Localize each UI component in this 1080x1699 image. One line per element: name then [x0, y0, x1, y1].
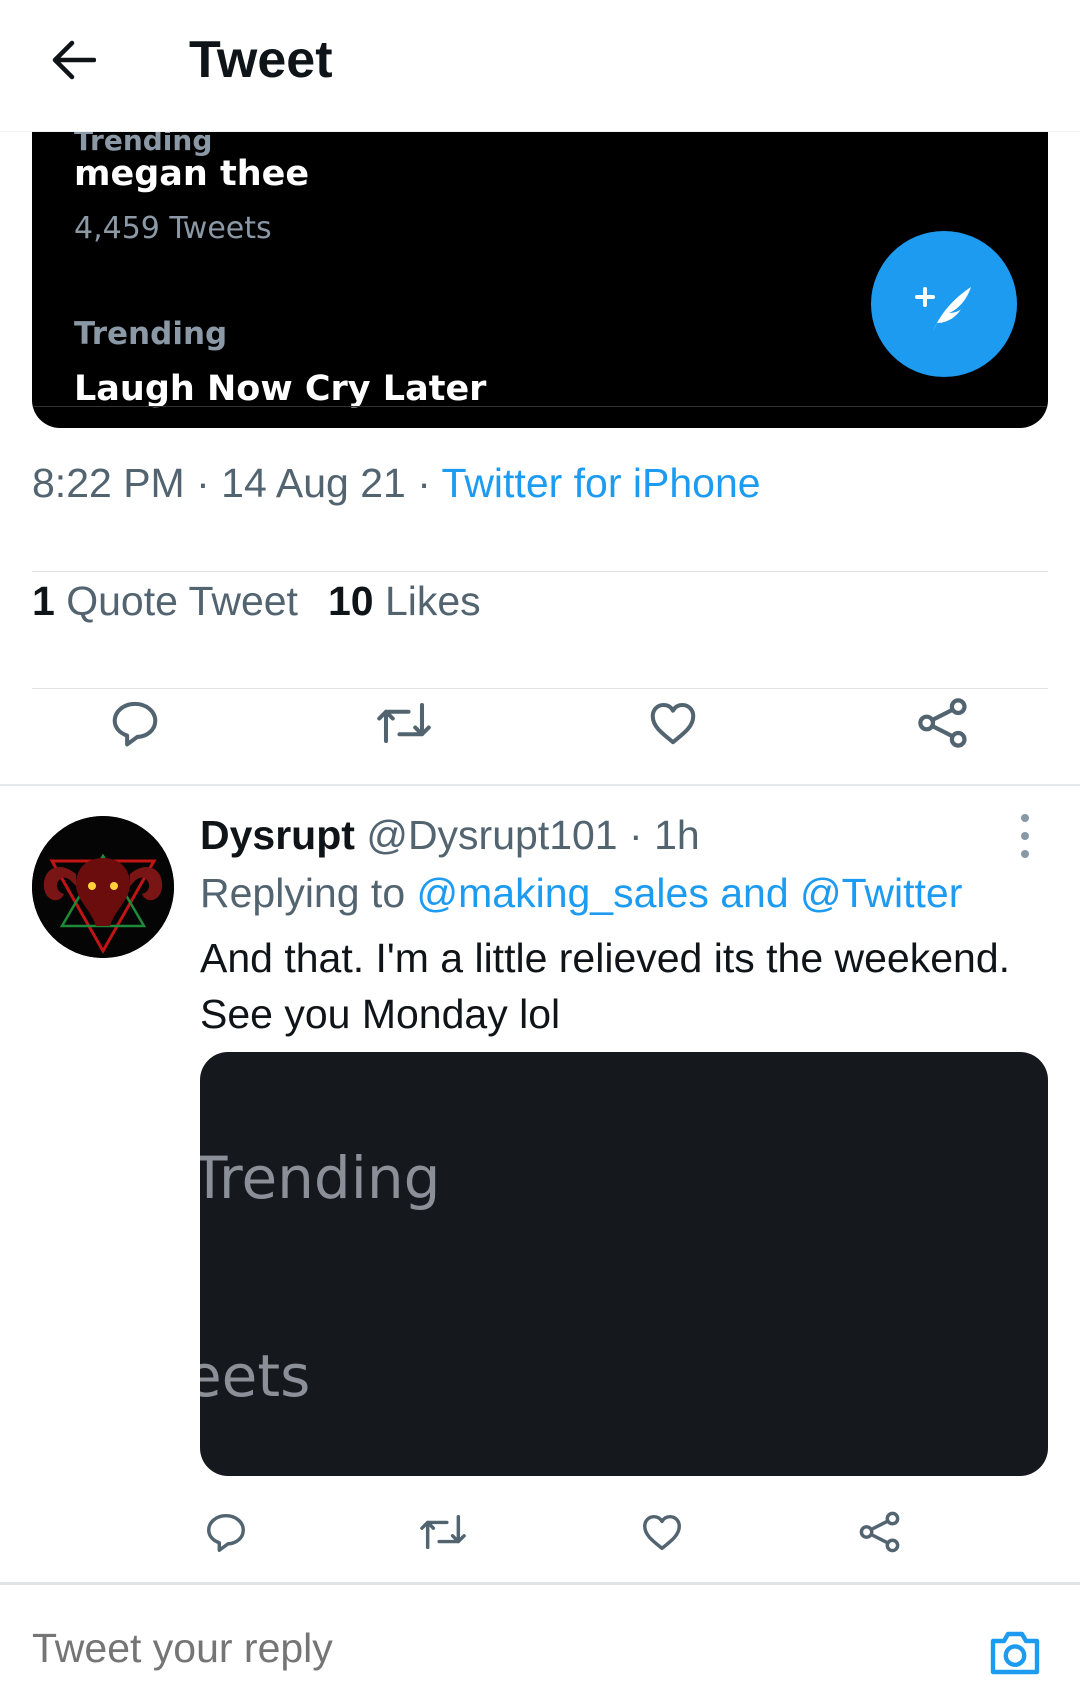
- back-button[interactable]: [48, 34, 100, 86]
- reply-body-text: And that. I'm a little relieved its the …: [200, 935, 1011, 1037]
- replying-mentions[interactable]: @making_sales and @Twitter: [417, 870, 963, 916]
- reply-like-button[interactable]: [634, 1504, 690, 1560]
- reply-time: 1h: [654, 812, 700, 858]
- likes-stat[interactable]: 10 Likes: [328, 578, 481, 624]
- author-name[interactable]: Dysrupt: [200, 812, 355, 858]
- tweet-time: 8:22 PM: [32, 460, 185, 506]
- reply-icon: [112, 701, 158, 747]
- more-dot: [1021, 814, 1029, 822]
- arrow-left-icon: [52, 40, 96, 80]
- tweet-action-bar: [0, 690, 1080, 756]
- camera-icon: [990, 1631, 1040, 1675]
- tweet-source-link[interactable]: Twitter for iPhone: [442, 460, 761, 506]
- divider: [32, 688, 1048, 689]
- page-title: Tweet: [189, 31, 333, 89]
- reply-media-image[interactable]: Trending eets: [200, 1052, 1048, 1476]
- share-icon: [859, 1511, 900, 1553]
- reply-media-text-1: Trending: [200, 1144, 441, 1212]
- media-compose-fab: [871, 231, 1017, 377]
- retweet-icon: [377, 702, 431, 744]
- section-divider: [0, 784, 1080, 786]
- like-button[interactable]: [640, 690, 706, 756]
- avatar[interactable]: [32, 816, 174, 958]
- tweet-date: 14 Aug 21: [221, 460, 406, 506]
- reply-reply-button[interactable]: [198, 1504, 254, 1560]
- retweet-button[interactable]: [371, 690, 437, 756]
- more-dot: [1021, 850, 1029, 858]
- compose-tweet-icon: [915, 287, 971, 331]
- top-app-bar: Tweet: [0, 0, 1080, 132]
- reply-compose-bar: [0, 1582, 1080, 1699]
- share-icon: [918, 698, 967, 748]
- reply-icon: [207, 1513, 245, 1552]
- tweet-stats: 1 Quote Tweet 10 Likes: [32, 578, 511, 625]
- media-trend-count: 4,459 Tweets: [74, 211, 272, 246]
- replying-to-line: Replying to @making_sales and @Twitter: [200, 870, 963, 916]
- reply-retweet-button[interactable]: [415, 1504, 471, 1560]
- media-trend-name-1: megan thee: [74, 154, 310, 194]
- media-trend-label: Trending: [74, 316, 228, 352]
- more-options-button[interactable]: [1010, 814, 1040, 858]
- tweet-timestamp: 8:22 PM · 14 Aug 21 · Twitter for iPhone: [32, 460, 761, 506]
- reply-input[interactable]: [32, 1625, 932, 1672]
- reply-header: Dysrupt @Dysrupt101 · 1h: [200, 812, 700, 858]
- reply-share-button[interactable]: [852, 1504, 908, 1560]
- reply-media-text-2: eets: [200, 1342, 311, 1410]
- quote-tweets-stat[interactable]: 1 Quote Tweet: [32, 578, 298, 624]
- ram-skull-avatar-image: [32, 816, 174, 958]
- camera-button[interactable]: [985, 1625, 1045, 1679]
- media-divider: [32, 406, 1048, 407]
- tweet-media-image[interactable]: Trending megan thee 4,459 Tweets Trendin…: [32, 132, 1048, 428]
- divider: [32, 571, 1048, 572]
- reply-button[interactable]: [102, 690, 168, 756]
- more-dot: [1021, 832, 1029, 840]
- reply-action-bar: [0, 1504, 1080, 1560]
- retweet-icon: [420, 1514, 466, 1550]
- like-icon: [643, 1514, 681, 1551]
- media-trend-name-2: Laugh Now Cry Later: [74, 369, 487, 409]
- author-handle[interactable]: @Dysrupt101: [366, 812, 617, 858]
- share-button[interactable]: [910, 690, 976, 756]
- like-icon: [650, 702, 696, 745]
